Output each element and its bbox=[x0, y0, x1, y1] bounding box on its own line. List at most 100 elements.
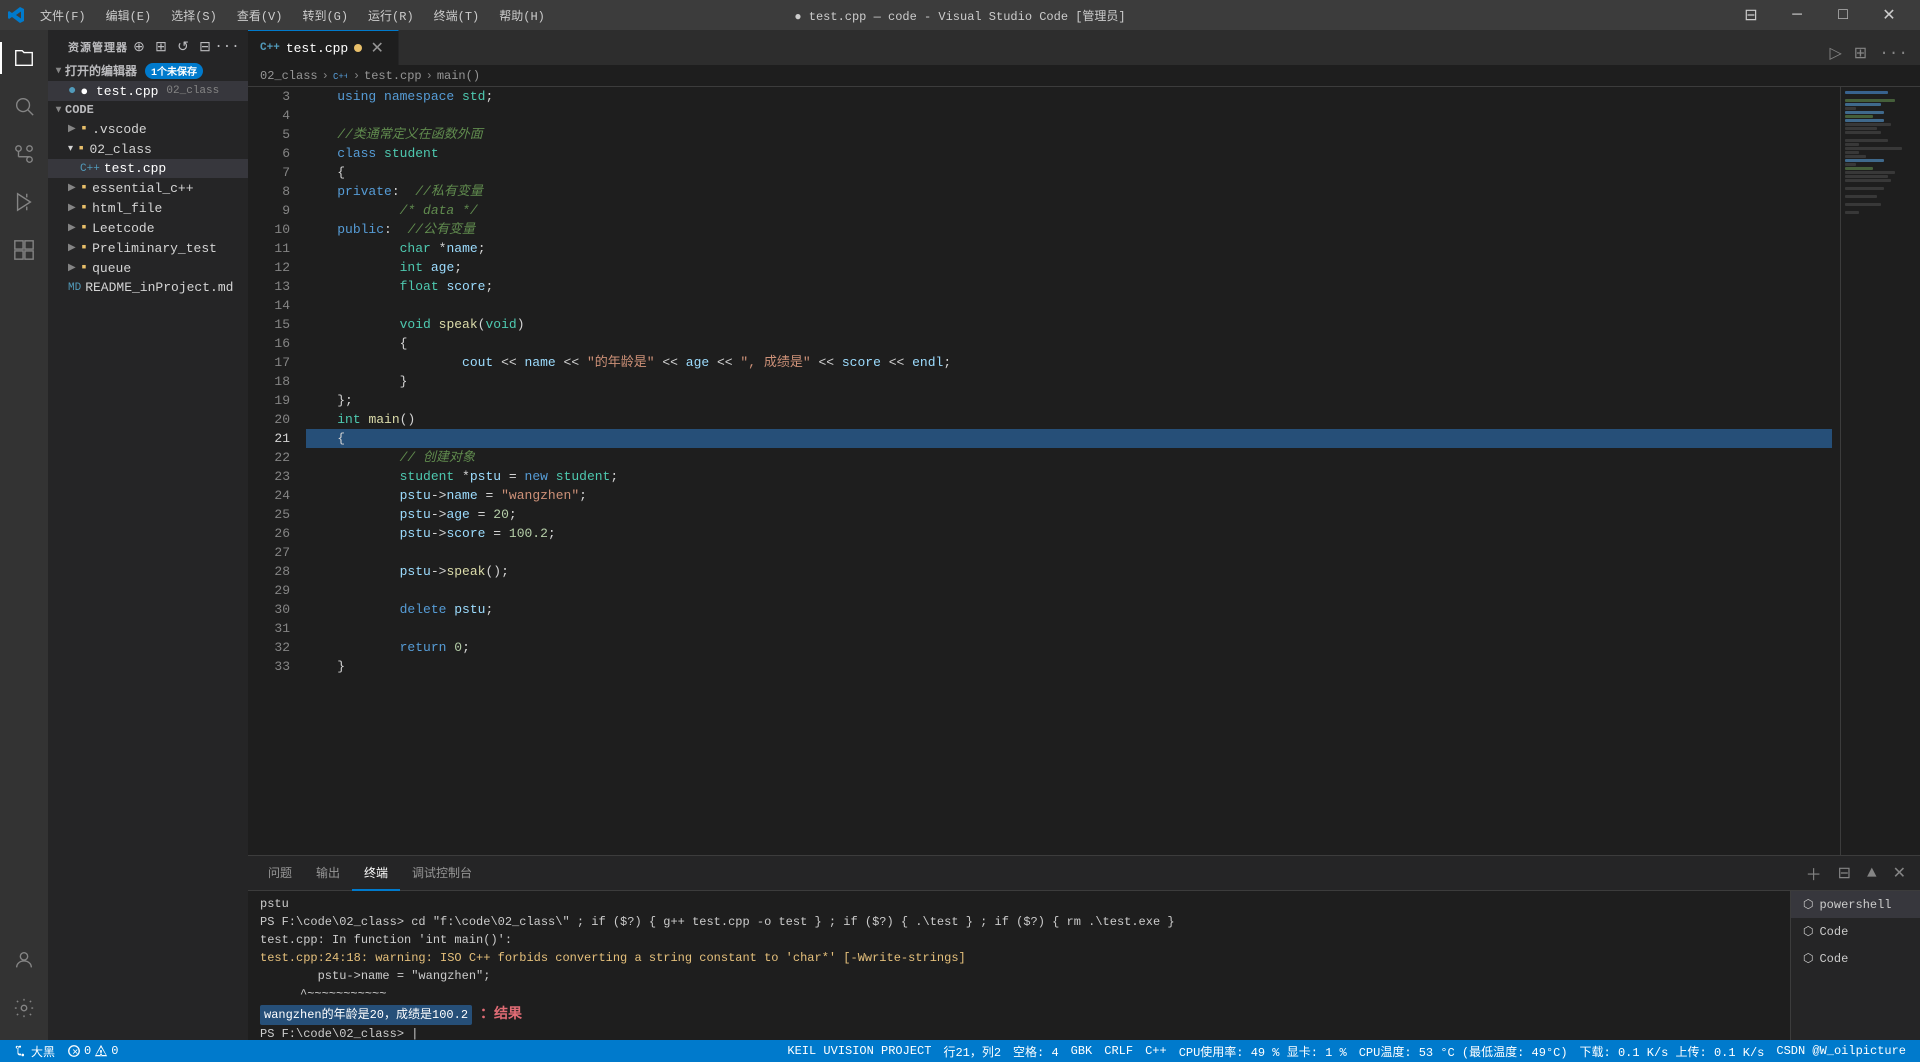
statusbar-network[interactable]: 下载: 0.1 K/s 上传: 0.1 K/s bbox=[1574, 1040, 1771, 1062]
close-button[interactable]: ✕ bbox=[1866, 0, 1912, 30]
open-editors-header[interactable]: ▾ 打开的编辑器 1个未保存 bbox=[48, 60, 248, 81]
workspace-header[interactable]: ▾ CODE bbox=[48, 101, 248, 119]
split-terminal-button[interactable]: ⊟ bbox=[1832, 861, 1857, 885]
code-line-7: { bbox=[306, 163, 1832, 182]
panel-tab-problems[interactable]: 问题 bbox=[256, 856, 304, 891]
breadcrumb-part-4[interactable]: main() bbox=[437, 69, 480, 83]
restore-layout-button[interactable]: ⊟ bbox=[1728, 0, 1774, 30]
code-line-14 bbox=[306, 296, 1832, 315]
terminal-item-code-2[interactable]: ⬡ Code bbox=[1791, 945, 1920, 972]
menu-file[interactable]: 文件(F) bbox=[32, 5, 94, 26]
language-label: C++ bbox=[1145, 1044, 1167, 1058]
terminal-content[interactable]: pstu PS F:\code\02_class> cd "f:\code\02… bbox=[248, 891, 1790, 1040]
statusbar-temp[interactable]: CPU温度: 53 °C (最低温度: 49°C) bbox=[1353, 1040, 1574, 1062]
tab-close-button[interactable]: ✕ bbox=[368, 39, 386, 57]
activitybar-source-control[interactable] bbox=[0, 130, 48, 178]
folder-essential[interactable]: ▶ ▪ essential_c++ bbox=[48, 178, 248, 198]
more-button[interactable]: ··· bbox=[218, 38, 236, 56]
workspace-section[interactable]: ▾ CODE ▶ ▪ .vscode ▾ ▪ 02_class C++ bbox=[48, 101, 248, 297]
activitybar-search[interactable] bbox=[0, 82, 48, 130]
editor-tabs: C++ test.cpp ✕ ▷ ⊞ ··· bbox=[248, 30, 1920, 65]
code-line-28: pstu->speak(); bbox=[306, 562, 1832, 581]
breadcrumb-part-1[interactable]: 02_class bbox=[260, 69, 318, 83]
titlebar: 文件(F) 编辑(E) 选择(S) 查看(V) 转到(G) 运行(R) 终端(T… bbox=[0, 0, 1920, 30]
minimap[interactable] bbox=[1840, 87, 1920, 855]
code-line-26: pstu->score = 100.2; bbox=[306, 524, 1832, 543]
statusbar-language[interactable]: C++ bbox=[1139, 1040, 1173, 1062]
open-file-test-cpp[interactable]: ● ● test.cpp 02_class bbox=[48, 81, 248, 101]
statusbar-cpu[interactable]: CPU使用率: 49 % 显卡: 1 % bbox=[1173, 1040, 1353, 1062]
code-line-33: } bbox=[306, 657, 1832, 676]
activitybar-run-debug[interactable] bbox=[0, 178, 48, 226]
run-button[interactable]: ▷ bbox=[1825, 41, 1845, 65]
menu-edit[interactable]: 编辑(E) bbox=[98, 5, 160, 26]
terminal-item-code-1[interactable]: ⬡ Code bbox=[1791, 918, 1920, 945]
panel-tab-debug[interactable]: 调试控制台 bbox=[400, 856, 484, 891]
folder-essential-label: essential_c++ bbox=[92, 181, 193, 196]
statusbar-project[interactable]: KEIL UVISION PROJECT bbox=[781, 1040, 937, 1062]
tab-test-cpp[interactable]: C++ test.cpp ✕ bbox=[248, 30, 399, 65]
code-content[interactable]: using namespace std; //类通常定义在函数外面 class … bbox=[298, 87, 1840, 855]
menu-terminal[interactable]: 终端(T) bbox=[426, 5, 488, 26]
code-line-11: char *name; bbox=[306, 239, 1832, 258]
folder-queue[interactable]: ▶ ▪ queue bbox=[48, 258, 248, 278]
statusbar-csdn[interactable]: CSDN @W_oilpicture bbox=[1770, 1040, 1912, 1062]
statusbar-git-branch[interactable]: 大黑 bbox=[8, 1040, 61, 1062]
more-editor-button[interactable]: ··· bbox=[1875, 42, 1912, 64]
collapse-all-button[interactable]: ⊟ bbox=[196, 38, 214, 56]
refresh-button[interactable]: ↺ bbox=[174, 38, 192, 56]
statusbar-cursor-pos[interactable]: 行21，列2 bbox=[937, 1040, 1007, 1062]
titlebar-controls: ⊟ ─ □ ✕ bbox=[1728, 0, 1912, 30]
line-ending-label: CRLF bbox=[1104, 1044, 1133, 1058]
code-icon-2: ⬡ bbox=[1803, 951, 1813, 966]
maximize-panel-button[interactable]: ▲ bbox=[1861, 862, 1883, 884]
maximize-button[interactable]: □ bbox=[1820, 0, 1866, 30]
main-layout: 资源管理器 ⊕ ⊞ ↺ ⊟ ··· ▾ 打开的编辑器 1个未保存 ● ● tes… bbox=[0, 30, 1920, 1040]
split-editor-button[interactable]: ⊞ bbox=[1850, 41, 1871, 65]
minimize-button[interactable]: ─ bbox=[1774, 0, 1820, 30]
breadcrumb-part-2[interactable]: C++ bbox=[333, 68, 349, 82]
folder-html-icon: ▪ bbox=[80, 200, 88, 216]
statusbar-encoding[interactable]: GBK bbox=[1065, 1040, 1099, 1062]
activitybar-settings[interactable] bbox=[0, 984, 48, 1032]
error-count: 0 bbox=[84, 1044, 91, 1058]
file-readme[interactable]: MD README_inProject.md bbox=[48, 278, 248, 297]
breadcrumb-part-3[interactable]: test.cpp bbox=[364, 69, 422, 83]
code-icon-1: ⬡ bbox=[1803, 924, 1813, 939]
panel-tab-output[interactable]: 输出 bbox=[304, 856, 352, 891]
menu-view[interactable]: 查看(V) bbox=[229, 5, 291, 26]
open-editors-section[interactable]: ▾ 打开的编辑器 1个未保存 ● ● test.cpp 02_class bbox=[48, 60, 248, 101]
activitybar-extensions[interactable] bbox=[0, 226, 48, 274]
folder-preliminary[interactable]: ▶ ▪ Preliminary_test bbox=[48, 238, 248, 258]
menu-run[interactable]: 运行(R) bbox=[360, 5, 422, 26]
activitybar-account[interactable] bbox=[0, 936, 48, 984]
menu-goto[interactable]: 转到(G) bbox=[294, 5, 356, 26]
statusbar-spaces[interactable]: 空格: 4 bbox=[1007, 1040, 1065, 1062]
statusbar-errors[interactable]: ✕ 0 0 bbox=[61, 1040, 124, 1062]
statusbar: 大黑 ✕ 0 0 KEIL UVISION PROJECT 行21，列2 空格:… bbox=[0, 1040, 1920, 1062]
folder-html[interactable]: ▶ ▪ html_file bbox=[48, 198, 248, 218]
sidebar-actions: ⊕ ⊞ ↺ ⊟ ··· bbox=[130, 38, 236, 56]
encoding-label: GBK bbox=[1071, 1044, 1093, 1058]
code-line-25: pstu->age = 20; bbox=[306, 505, 1832, 524]
menu-select[interactable]: 选择(S) bbox=[163, 5, 225, 26]
menu-help[interactable]: 帮助(H) bbox=[491, 5, 553, 26]
close-panel-button[interactable]: ✕ bbox=[1887, 861, 1912, 885]
file-test-cpp[interactable]: C++ test.cpp bbox=[48, 159, 248, 178]
statusbar-line-ending[interactable]: CRLF bbox=[1098, 1040, 1139, 1062]
open-file-dir: 02_class bbox=[166, 85, 219, 97]
terminal-result-line: wangzhen的年龄是20，成绩是100.2 ：结果 bbox=[260, 1005, 1778, 1025]
terminal-code-label-1: Code bbox=[1819, 925, 1848, 939]
new-file-button[interactable]: ⊕ bbox=[130, 38, 148, 56]
code-line-13: float score; bbox=[306, 277, 1832, 296]
terminal-item-powershell[interactable]: ⬡ powershell bbox=[1791, 891, 1920, 918]
new-folder-button[interactable]: ⊞ bbox=[152, 38, 170, 56]
add-terminal-button[interactable]: ＋ bbox=[1800, 859, 1828, 887]
activitybar-explorer[interactable] bbox=[0, 34, 48, 82]
breadcrumb: 02_class › C++ › test.cpp › main() bbox=[248, 65, 1920, 87]
panel-tab-terminal[interactable]: 终端 bbox=[352, 856, 400, 891]
folder-vscode[interactable]: ▶ ▪ .vscode bbox=[48, 119, 248, 139]
folder-leetcode[interactable]: ▶ ▪ Leetcode bbox=[48, 218, 248, 238]
spaces-label: 空格: 4 bbox=[1013, 1043, 1059, 1060]
folder-02class[interactable]: ▾ ▪ 02_class bbox=[48, 139, 248, 159]
